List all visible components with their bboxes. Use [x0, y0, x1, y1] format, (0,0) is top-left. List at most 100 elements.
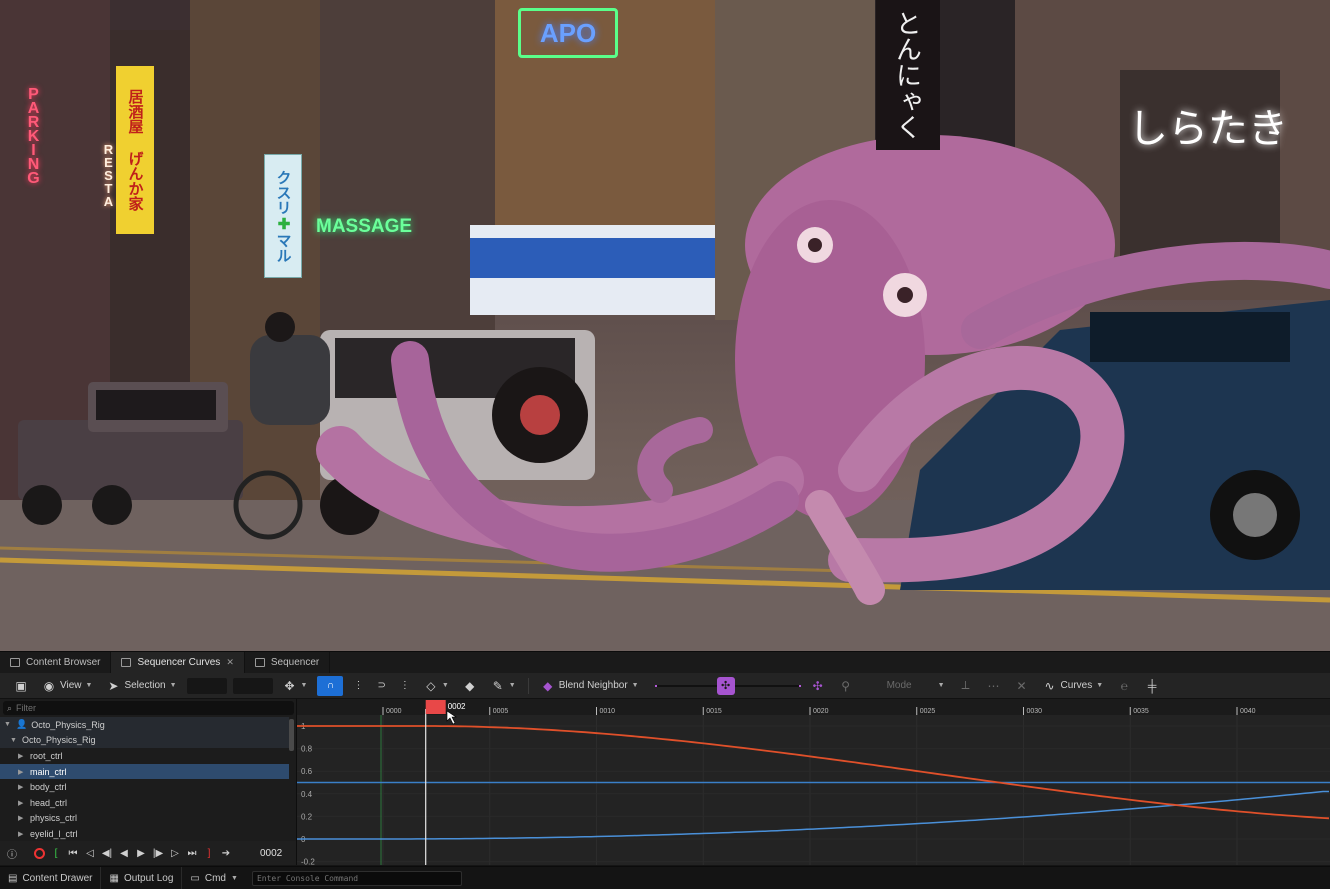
person-icon: 👤	[16, 719, 28, 730]
curve-outliner: ⌕ Filter ▼ 👤 Octo_Physics_Rig ▼ Octo_Phy…	[0, 699, 297, 841]
log-icon: ▦	[109, 872, 119, 884]
frame-tick-label: 0015	[706, 708, 722, 715]
record-button[interactable]	[32, 846, 46, 860]
filter-input[interactable]: ⌕ Filter	[3, 701, 294, 715]
blend-mode-menu[interactable]: ◆ Blend Neighbor ▼	[537, 676, 643, 696]
loop-button[interactable]: ➔	[219, 846, 233, 860]
expand-right-icon[interactable]: ▶	[18, 830, 26, 838]
expand-down-icon[interactable]: ▼	[4, 721, 12, 728]
outliner-scrollbar[interactable]	[289, 719, 294, 751]
frame-tick-label: 0020	[813, 708, 829, 715]
prev-key-button[interactable]: ◁	[83, 846, 97, 860]
blend-slider[interactable]: ✣	[654, 676, 801, 695]
chevron-down-icon: ▼	[231, 874, 238, 882]
tab-content-browser[interactable]: Content Browser	[0, 652, 112, 673]
curve-graph[interactable]: 0000 0005 0010 0015 0020 0025 0030 0035 0040 1 0.…	[297, 699, 1330, 865]
save-icon: ▣	[15, 678, 27, 693]
close-icon[interactable]: ✕	[226, 657, 234, 668]
retime-button[interactable]: ⚲	[835, 676, 857, 696]
expand-right-icon[interactable]: ▶	[18, 814, 26, 822]
flatten-button[interactable]: ⟂	[955, 676, 977, 696]
step-back-icon: ◀|	[101, 847, 113, 859]
pen-tool-menu[interactable]: ✎ ▼	[487, 676, 520, 696]
drawer-icon: ▤	[8, 872, 18, 884]
straighten-button[interactable]: ⋯	[983, 676, 1005, 696]
tangent-button[interactable]: ⊃	[373, 676, 389, 696]
next-key-button[interactable]: ▷	[168, 846, 182, 860]
frame-button[interactable]: ╪	[1141, 676, 1163, 696]
key-diamond-icon: ◇	[426, 678, 436, 693]
tree-item-body-ctrl[interactable]: ▶ body_ctrl	[0, 779, 289, 795]
expand-down-icon[interactable]: ▼	[10, 737, 18, 744]
tree-item-label: physics_ctrl	[30, 813, 78, 824]
tree-item-physics-ctrl[interactable]: ▶ physics_ctrl	[0, 811, 289, 827]
blend-label: Blend Neighbor	[558, 680, 628, 691]
transform-menu[interactable]: ✥ ▼	[279, 676, 312, 696]
output-log-button[interactable]: ▦ Output Log	[101, 867, 183, 889]
filter-placeholder: Filter	[16, 703, 37, 713]
outliner-tree: ▼ 👤 Octo_Physics_Rig ▼ Octo_Physics_Rig …	[0, 717, 289, 842]
expand-right-icon[interactable]: ▶	[18, 799, 26, 807]
value-axis-label: -0.2	[301, 858, 315, 865]
set-start-button[interactable]: [	[49, 846, 63, 860]
chevron-down-icon: ▼	[1096, 682, 1104, 689]
frame-tick-label: 0030	[1027, 708, 1043, 715]
more-options-button-2[interactable]: ⋮	[396, 676, 414, 696]
filter-button[interactable]: ✕	[1011, 676, 1033, 696]
selection-menu[interactable]: ➤ Selection ▼	[102, 676, 180, 696]
level-viewport[interactable]: PARKING RESTA 居酒屋 げんか家 クスリ ✚ マル MASSAGE …	[0, 0, 1330, 651]
cursor-icon: ➤	[108, 678, 119, 693]
expand-right-icon[interactable]: ▶	[18, 752, 26, 760]
tree-item-rig-sub[interactable]: ▼ Octo_Physics_Rig	[0, 732, 289, 749]
more-options-button[interactable]: ⋮	[349, 676, 367, 696]
tree-item-rig[interactable]: ▼ 👤 Octo_Physics_Rig	[0, 717, 289, 733]
vertical-banner: とんにゃく	[876, 0, 940, 150]
curve-graph-canvas[interactable]: 0000 0005 0010 0015 0020 0025 0030 0035 0040 10.…	[297, 699, 1330, 865]
current-frame-field[interactable]: 0002	[260, 848, 282, 859]
cmd-menu[interactable]: ▭ Cmd ▼	[182, 867, 246, 889]
tree-item-head-ctrl[interactable]: ▶ head_ctrl	[0, 795, 289, 811]
normalize-icon: ℮	[1120, 678, 1128, 693]
mode-menu[interactable]: Mode ▼	[883, 676, 949, 696]
view-menu[interactable]: ◉ View ▼	[38, 676, 96, 696]
curve-editor-toolbar: ▣ ◉ View ▼ ➤ Selection ▼ ✥ ▼ ∩ ⋮ ⊃ ⋮ ◇ ▼…	[0, 673, 1330, 699]
tab-label: Sequencer Curves	[137, 657, 221, 668]
time-field[interactable]	[186, 677, 227, 694]
blend-options-button[interactable]: ✣	[807, 676, 829, 696]
step-back-button[interactable]: ◀|	[100, 846, 114, 860]
tree-item-label: Octo_Physics_Rig	[22, 735, 96, 746]
jump-end-button[interactable]: ⏭	[185, 846, 199, 860]
playhead-handle[interactable]	[425, 700, 446, 714]
tree-item-main-ctrl[interactable]: ▶ main_ctrl	[0, 763, 289, 780]
play-button[interactable]: ▶	[134, 846, 148, 860]
jump-start-button[interactable]: ⏮	[66, 846, 80, 860]
content-drawer-button[interactable]: ▤ Content Drawer	[0, 867, 102, 889]
step-forward-icon: |▶	[152, 847, 164, 859]
tab-sequencer-curves[interactable]: Sequencer Curves ✕	[111, 652, 245, 673]
play-reverse-button[interactable]: ◀	[117, 846, 131, 860]
curves-menu[interactable]: ∿ Curves ▼	[1039, 676, 1108, 696]
view-label: View	[60, 680, 82, 691]
tab-label: Content Browser	[26, 657, 101, 668]
flatten-icon: ⟂	[961, 678, 970, 692]
info-icon[interactable]: ⓘ	[5, 846, 19, 861]
apo-sign: APO	[518, 8, 618, 58]
expand-right-icon[interactable]: ▶	[18, 783, 26, 791]
console-command-input[interactable]	[251, 870, 462, 886]
tree-item-eyelid-ctrl[interactable]: ▶ eyelid_l_ctrl	[0, 826, 289, 842]
frame-tick-label: 0025	[920, 708, 936, 715]
value-field[interactable]	[232, 677, 273, 694]
save-button[interactable]: ▣	[10, 676, 32, 696]
curves-icon	[121, 658, 132, 667]
expand-right-icon[interactable]: ▶	[18, 768, 26, 776]
tree-item-root-ctrl[interactable]: ▶ root_ctrl	[0, 748, 289, 764]
step-forward-button[interactable]: |▶	[151, 846, 165, 860]
slider-knob-icon[interactable]: ✣	[716, 676, 735, 695]
set-end-button[interactable]: ]	[202, 846, 216, 860]
snap-toggle[interactable]: ∩	[317, 675, 344, 696]
add-key-button[interactable]: ◆	[459, 676, 481, 696]
tab-sequencer[interactable]: Sequencer	[245, 652, 331, 673]
mode-label: Mode	[886, 680, 912, 691]
normalize-button[interactable]: ℮	[1113, 676, 1135, 696]
key-interp-menu[interactable]: ◇ ▼	[420, 676, 453, 696]
